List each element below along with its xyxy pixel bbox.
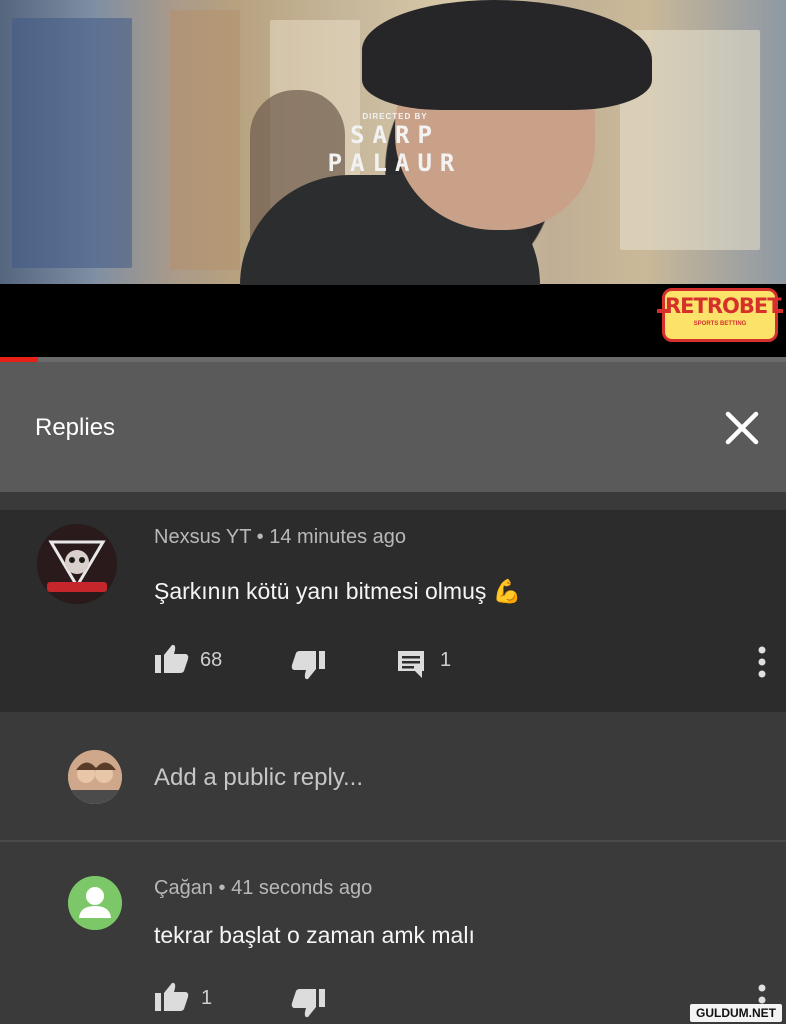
- reply-meta: Çağan • 41 seconds ago: [154, 877, 372, 900]
- reply-count: 1: [440, 649, 452, 671]
- reply-comment-icon[interactable]: [396, 649, 426, 679]
- skull-logo-icon: [37, 524, 117, 604]
- site-watermark: GULDUM.NET: [690, 1004, 782, 1022]
- more-options-icon[interactable]: [756, 646, 768, 678]
- meta-separator: •: [256, 526, 264, 548]
- reply-text: tekrar başlat o zaman amk malı: [154, 922, 475, 948]
- video-player[interactable]: DIRECTED BY SARP PALAUR RETROBET SPORTS …: [0, 0, 786, 362]
- comment-avatar[interactable]: [37, 524, 117, 604]
- reply-avatar[interactable]: [68, 876, 122, 930]
- reply-like-count: 1: [201, 987, 213, 1009]
- reply-author[interactable]: Çağan: [154, 877, 213, 899]
- thumbs-down-icon[interactable]: [291, 988, 325, 1018]
- comment-time: 14 minutes ago: [269, 526, 406, 548]
- default-user-icon: [68, 876, 122, 930]
- like-count: 68: [200, 649, 223, 671]
- comment-meta: Nexsus YT • 14 minutes ago: [154, 526, 406, 549]
- thumbs-up-icon[interactable]: [155, 982, 189, 1012]
- thumbs-up-icon[interactable]: [155, 644, 189, 674]
- credit-name: SARP PALAUR: [327, 121, 463, 177]
- meta-separator: •: [218, 877, 226, 899]
- video-credit: DIRECTED BY SARP PALAUR: [300, 112, 490, 177]
- replies-header: Replies: [0, 362, 786, 492]
- user-avatar: [68, 750, 122, 804]
- add-reply-row[interactable]: Add a public reply...: [0, 712, 786, 842]
- sponsor-name: RETROBET: [665, 294, 782, 318]
- reply-time: 41 seconds ago: [231, 877, 373, 899]
- close-icon: [725, 411, 759, 445]
- comment-author[interactable]: Nexsus YT: [154, 526, 251, 548]
- flexed-biceps-emoji: 💪: [492, 578, 522, 604]
- user-photo-icon: [68, 750, 122, 804]
- replies-title: Replies: [35, 414, 116, 441]
- thumbs-down-icon[interactable]: [291, 650, 325, 680]
- comment-item: Nexsus YT • 14 minutes ago Şarkının kötü…: [0, 510, 786, 712]
- sponsor-subtitle: SPORTS BETTING: [693, 321, 747, 327]
- reply-input[interactable]: Add a public reply...: [154, 764, 363, 792]
- reply-item: Çağan • 41 seconds ago tekrar başlat o z…: [0, 842, 786, 1024]
- credit-label: DIRECTED BY: [362, 112, 428, 121]
- comment-text: Şarkının kötü yanı bitmesi olmuş: [154, 578, 487, 604]
- sponsor-logo: RETROBET SPORTS BETTING: [657, 288, 783, 342]
- more-options-icon[interactable]: [756, 984, 768, 1004]
- comment-text-row: Şarkının kötü yanı bitmesi olmuş 💪: [154, 578, 521, 605]
- close-button[interactable]: [722, 408, 762, 448]
